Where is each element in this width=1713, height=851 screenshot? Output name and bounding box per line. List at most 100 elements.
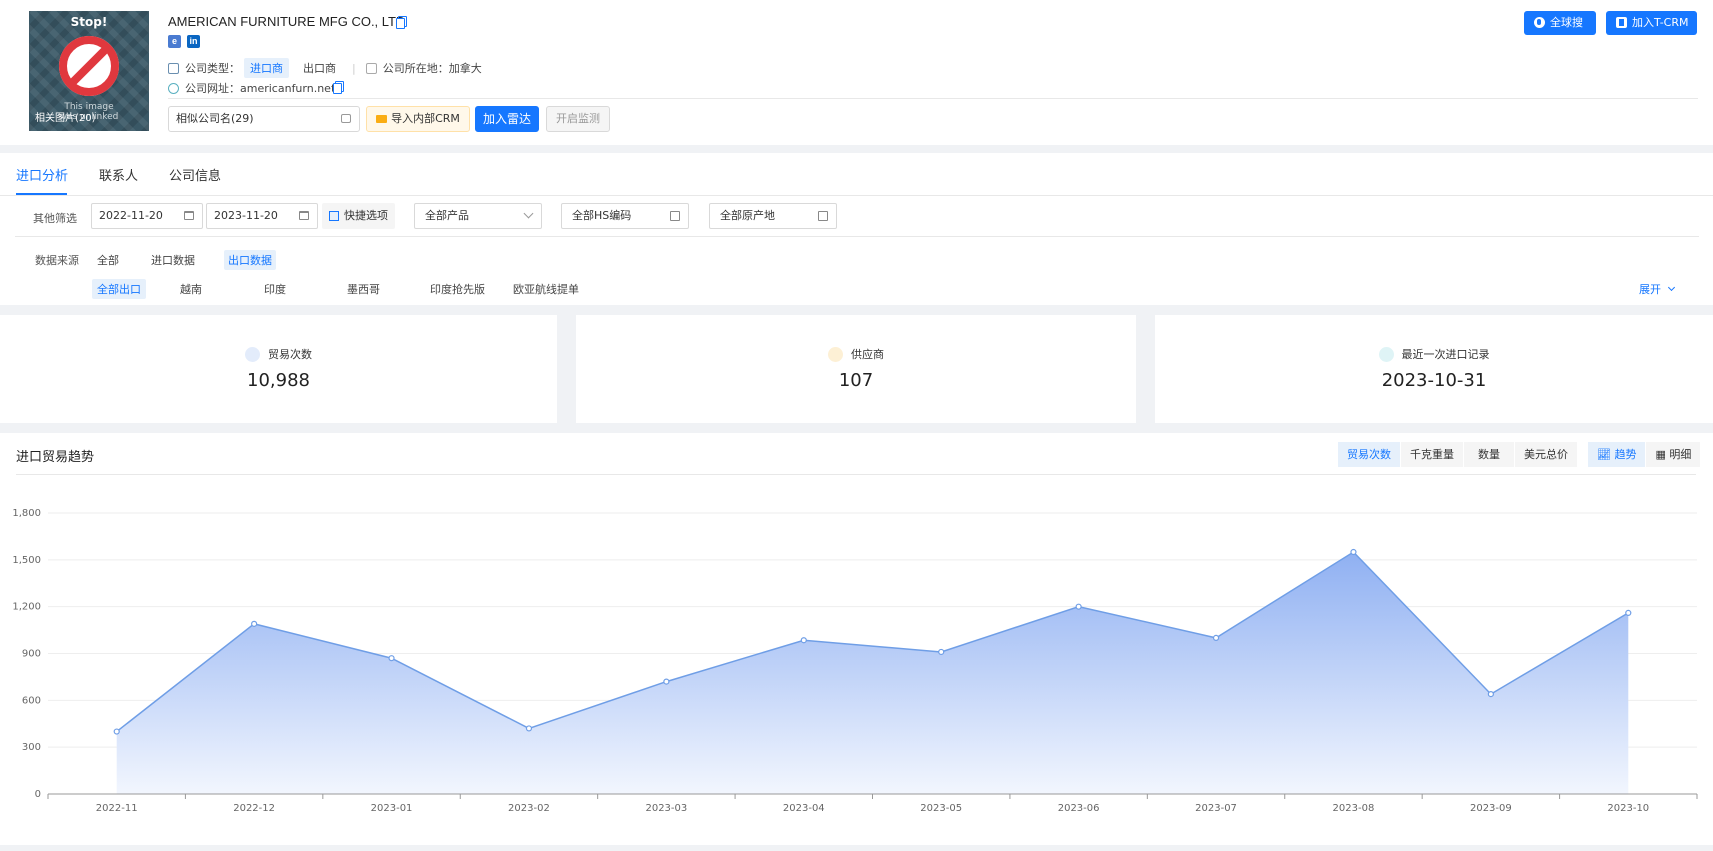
hs-code-select[interactable]: 全部HS编码 — [561, 203, 689, 229]
other-filters-label: 其他筛选 — [33, 212, 77, 225]
hs-code-value: 全部HS编码 — [572, 209, 632, 222]
quick-options-label: 快捷选项 — [344, 209, 388, 222]
data-point — [251, 620, 258, 627]
origin-select[interactable]: 全部原产地 — [709, 203, 837, 229]
tab-import-analysis[interactable]: 进口分析 — [16, 165, 68, 184]
tab-contacts[interactable]: 联系人 — [99, 165, 138, 184]
data-point — [1625, 609, 1632, 617]
stat-card-trades: 贸易次数 10,988 — [0, 315, 557, 423]
crm-icon — [1616, 17, 1627, 28]
date-to-value: 2023-11-20 — [214, 209, 278, 222]
x-tick-label: 2023-04 — [783, 803, 825, 814]
company-logo[interactable]: Stop! This image was unlinked 相关图片(20) — [29, 11, 149, 131]
view-trend[interactable]: 📈︎ 趋势 — [1588, 442, 1646, 467]
globe-icon — [168, 82, 179, 94]
stat-value: 10,988 — [247, 370, 310, 391]
building-icon — [168, 62, 179, 74]
product-select[interactable]: 全部产品 — [414, 203, 542, 229]
origin-value: 全部原产地 — [720, 209, 775, 222]
date-from-input[interactable]: 2022-11-20 — [91, 203, 203, 229]
copy-icon[interactable] — [396, 16, 407, 29]
metric-quantity[interactable]: 数量 — [1464, 442, 1514, 467]
type-exporter: 出口商 — [303, 62, 336, 75]
company-type-row: 公司类型： 进口商 出口商 | 公司所在地： 加拿大 — [168, 58, 482, 78]
import-crm-button[interactable]: 导入内部CRM — [366, 106, 470, 132]
quick-options-button[interactable]: 快捷选项 — [322, 203, 395, 229]
website-logo-icon[interactable]: e — [168, 35, 181, 48]
sub-source-india-early[interactable]: 印度抢先版 — [425, 279, 490, 299]
data-point — [663, 678, 670, 685]
similar-names-field[interactable]: 相似公司名(29) — [168, 106, 360, 132]
stat-head: 供应商 — [576, 346, 1136, 362]
company-name: AMERICAN FURNITURE MFG CO., LTD — [168, 14, 406, 29]
global-search-button[interactable]: 全球搜 — [1524, 11, 1596, 35]
sub-source-all-export[interactable]: 全部出口 — [92, 279, 146, 299]
view-trend-label: 趋势 — [1614, 448, 1637, 461]
x-tick-label: 2023-06 — [1058, 803, 1100, 814]
stat-card-last-import: 最近一次进口记录 2023-10-31 — [1155, 315, 1713, 423]
stat-head: 贸易次数 — [0, 346, 557, 362]
x-tick-label: 2023-07 — [1195, 803, 1237, 814]
website-label: 公司网址： — [185, 82, 240, 95]
date-from-value: 2022-11-20 — [99, 209, 163, 222]
folder-icon — [376, 115, 388, 123]
product-select-value: 全部产品 — [425, 209, 469, 222]
picker-icon — [818, 211, 828, 221]
similar-names-text: 相似公司名(29) — [176, 112, 254, 125]
expand-button[interactable]: 展开 — [1639, 281, 1676, 297]
view-detail[interactable]: ▦ 明细 — [1646, 442, 1701, 467]
sub-source-mexico[interactable]: 墨西哥 — [342, 279, 385, 299]
add-tcrm-button[interactable]: 加入T-CRM — [1606, 11, 1697, 35]
stat-label: 贸易次数 — [268, 348, 312, 361]
metric-weight-kg[interactable]: 千克重量 — [1401, 442, 1463, 467]
related-images-link[interactable]: 相关图片(20) — [35, 109, 96, 124]
external-link-icon — [341, 114, 351, 123]
date-to-input[interactable]: 2023-11-20 — [206, 203, 318, 229]
import-trend-panel: 进口贸易趋势 贸易次数 千克重量 数量 美元总价 📈︎ 趋势 ▦ 明细 0 300… — [0, 433, 1713, 845]
tab-company-info[interactable]: 公司信息 — [169, 165, 221, 184]
chart-title: 进口贸易趋势 — [16, 450, 95, 465]
metric-trade-count[interactable]: 贸易次数 — [1338, 442, 1400, 467]
website-link[interactable]: americanfurn.net — [240, 82, 335, 95]
sub-source-india[interactable]: 印度 — [259, 279, 291, 299]
calendar-icon — [299, 211, 309, 220]
divider: | — [352, 61, 356, 75]
data-point — [1487, 690, 1494, 698]
data-point — [800, 637, 807, 644]
chart-divider — [16, 474, 1696, 475]
x-tick-label: 2022-12 — [233, 803, 275, 814]
copy-website-icon[interactable] — [333, 81, 344, 94]
import-crm-label: 导入内部CRM — [391, 112, 460, 125]
add-radar-button[interactable]: 加入雷达 — [475, 106, 539, 132]
x-tick-label: 2023-09 — [1470, 803, 1512, 814]
data-point — [388, 655, 395, 662]
website-row: 公司网址： americanfurn.net — [168, 80, 335, 96]
linkedin-icon[interactable]: in — [187, 35, 200, 48]
sub-source-vietnam[interactable]: 越南 — [175, 279, 207, 299]
expand-label: 展开 — [1639, 283, 1661, 296]
data-point — [1212, 634, 1220, 641]
sub-source-eurasia-bl[interactable]: 欧亚航线提单 — [508, 279, 584, 299]
data-source-label: 数据来源 — [35, 254, 79, 267]
y-tick-label: 1,500 — [12, 555, 41, 566]
y-tick-label: 1,200 — [12, 602, 41, 613]
source-all[interactable]: 全部 — [93, 250, 123, 270]
data-point — [525, 725, 533, 732]
data-point — [938, 648, 945, 656]
y-tick-label: 300 — [22, 742, 41, 753]
data-point — [1350, 548, 1357, 556]
view-detail-label: 明细 — [1669, 448, 1692, 461]
chevron-down-icon — [1667, 283, 1676, 292]
stat-card-suppliers: 供应商 107 — [576, 315, 1136, 423]
stat-head: 最近一次进口记录 — [1155, 346, 1713, 362]
stat-label: 最近一次进口记录 — [1401, 348, 1490, 361]
quick-options-icon — [329, 211, 339, 221]
metric-usd-total[interactable]: 美元总价 — [1515, 442, 1577, 467]
location-label: 公司所在地： — [382, 62, 449, 75]
source-export[interactable]: 出口数据 — [224, 250, 276, 270]
y-tick-label: 0 — [35, 789, 41, 800]
enable-monitor-button[interactable]: 开启监测 — [546, 106, 610, 132]
source-import[interactable]: 进口数据 — [147, 250, 199, 270]
x-tick-label: 2023-08 — [1333, 803, 1375, 814]
data-point — [113, 728, 120, 735]
